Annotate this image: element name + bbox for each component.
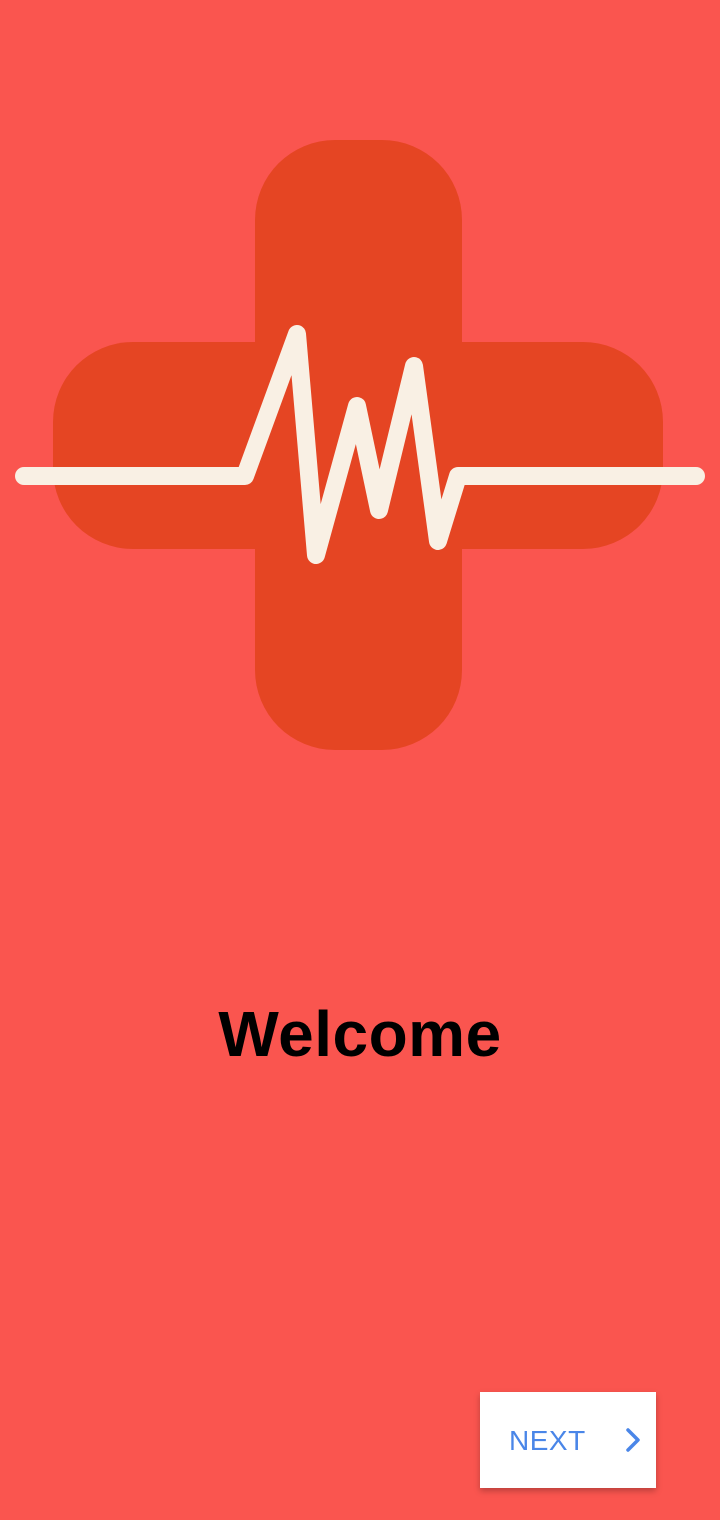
- next-button[interactable]: NEXT: [480, 1392, 656, 1488]
- welcome-title: Welcome: [218, 998, 502, 1070]
- next-button-label: NEXT: [509, 1425, 586, 1456]
- welcome-screen: Welcome NEXT: [0, 0, 720, 1520]
- heartbeat-cross-logo: [15, 140, 705, 750]
- chevron-right-icon: [626, 1428, 640, 1452]
